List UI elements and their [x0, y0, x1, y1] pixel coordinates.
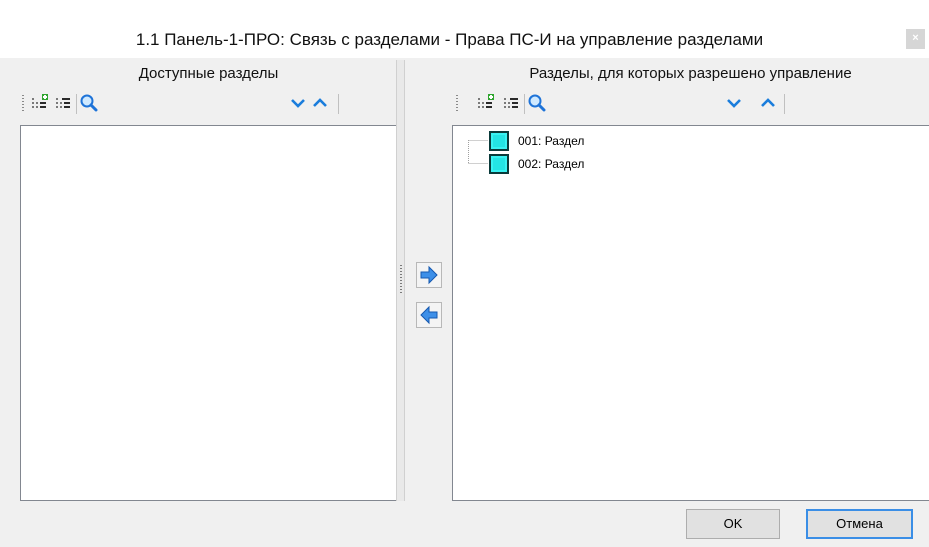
close-button[interactable]: ×	[906, 29, 925, 49]
expand-tree-icon[interactable]	[476, 93, 496, 113]
pane-splitter[interactable]	[396, 60, 405, 501]
available-sections-header: Доступные разделы	[138, 65, 279, 82]
ok-button[interactable]: OK	[686, 509, 780, 539]
move-down-icon[interactable]	[288, 93, 308, 113]
search-icon[interactable]	[526, 93, 546, 113]
toolbar-grip[interactable]	[456, 95, 458, 113]
toolbar-separator	[76, 94, 77, 114]
section-icon	[489, 154, 509, 174]
collapse-tree-icon[interactable]	[502, 93, 522, 113]
toolbar-separator	[784, 94, 785, 114]
tree-item[interactable]: 001: Раздел	[489, 131, 584, 151]
splitter-grip[interactable]	[400, 265, 402, 295]
toolbar-separator	[524, 94, 525, 114]
tree-connector-lines	[468, 140, 488, 164]
toolbar-separator	[338, 94, 339, 114]
available-sections-toolbar	[20, 88, 397, 124]
title-bar[interactable]: 1.1 Панель-1-ПРО: Связь с разделами - Пр…	[0, 0, 929, 58]
tree-item-label: 001: Раздел	[518, 134, 585, 148]
expand-tree-icon[interactable]	[30, 93, 50, 113]
move-down-icon[interactable]	[724, 93, 744, 113]
move-up-icon[interactable]	[758, 93, 778, 113]
arrow-left-icon	[420, 305, 438, 325]
toolbar-grip[interactable]	[22, 95, 24, 113]
available-sections-pane: Доступные разделы	[20, 58, 397, 501]
allowed-sections-pane: Разделы, для которых разрешено управлени…	[452, 58, 929, 501]
section-icon	[489, 131, 509, 151]
dialog-window: 1.1 Панель-1-ПРО: Связь с разделами - Пр…	[0, 0, 929, 547]
arrow-right-icon	[420, 265, 438, 285]
available-sections-list[interactable]	[20, 125, 397, 501]
allowed-sections-toolbar	[452, 88, 929, 124]
window-title: 1.1 Панель-1-ПРО: Связь с разделами - Пр…	[135, 30, 764, 49]
tree-item[interactable]: 002: Раздел	[489, 154, 584, 174]
remove-from-allowed-button[interactable]	[416, 302, 442, 328]
allowed-sections-tree[interactable]: 001: Раздел 002: Раздел	[452, 125, 929, 501]
search-icon[interactable]	[78, 93, 98, 113]
tree-item-label: 002: Раздел	[518, 157, 585, 171]
move-up-icon[interactable]	[310, 93, 330, 113]
cancel-button[interactable]: Отмена	[806, 509, 913, 539]
add-to-allowed-button[interactable]	[416, 262, 442, 288]
collapse-tree-icon[interactable]	[54, 93, 74, 113]
allowed-sections-header: Разделы, для которых разрешено управлени…	[529, 65, 852, 82]
